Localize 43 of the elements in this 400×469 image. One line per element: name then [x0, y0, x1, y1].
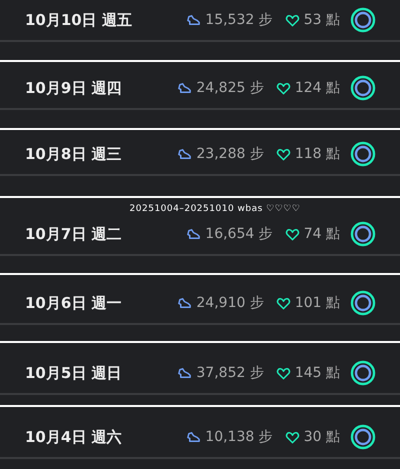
ring-icon: [350, 424, 376, 450]
steps-count: 15,532 步: [205, 11, 273, 29]
steps-count: 16,654 步: [205, 225, 273, 243]
heart-icon: [276, 146, 291, 162]
heart-icon: [284, 226, 300, 242]
date-label: 10月4日 週六: [25, 428, 122, 446]
date-label: 10月5日 週日: [25, 364, 122, 382]
ring-icon: [350, 7, 376, 33]
ring-icon: [350, 360, 376, 386]
points-count: 74 點: [304, 225, 340, 243]
steps-count: 10,138 步: [205, 428, 273, 446]
shoe-icon: [186, 12, 202, 28]
ring-icon: [350, 141, 376, 167]
ring-icon: [350, 221, 376, 247]
points-count: 53 點: [304, 11, 340, 29]
points-count: 118 點: [294, 145, 340, 163]
points-count: 124 點: [294, 79, 340, 97]
caption-text: 20251004–20251010 wbas ♡♡♡♡: [128, 203, 302, 214]
points-count: 145 點: [294, 364, 340, 382]
steps-count: 23,288 步: [196, 145, 264, 163]
date-label: 10月9日 週四: [25, 78, 122, 98]
steps-count: 37,852 步: [196, 364, 264, 382]
shoe-icon: [177, 366, 192, 380]
points-count: 30 點: [304, 428, 340, 446]
heart-icon: [284, 430, 300, 444]
heart-icon: [284, 12, 300, 28]
heart-icon: [276, 80, 291, 96]
date-label: 10月8日 週三: [25, 144, 122, 164]
shoe-icon: [186, 430, 202, 444]
shoe-icon: [177, 80, 192, 96]
steps-count: 24,910 步: [196, 294, 264, 312]
date-label: 10月10日 週五: [25, 10, 132, 30]
heart-icon: [276, 296, 291, 310]
shoe-icon: [177, 296, 192, 310]
ring-icon: [350, 75, 376, 101]
shoe-icon: [177, 146, 192, 162]
ring-icon: [350, 290, 376, 316]
date-label: 10月6日 週一: [25, 294, 122, 312]
points-count: 101 點: [294, 294, 340, 312]
heart-icon: [276, 366, 291, 380]
shoe-icon: [186, 226, 202, 242]
steps-count: 24,825 步: [196, 79, 264, 97]
date-label: 10月7日 週二: [25, 224, 122, 244]
